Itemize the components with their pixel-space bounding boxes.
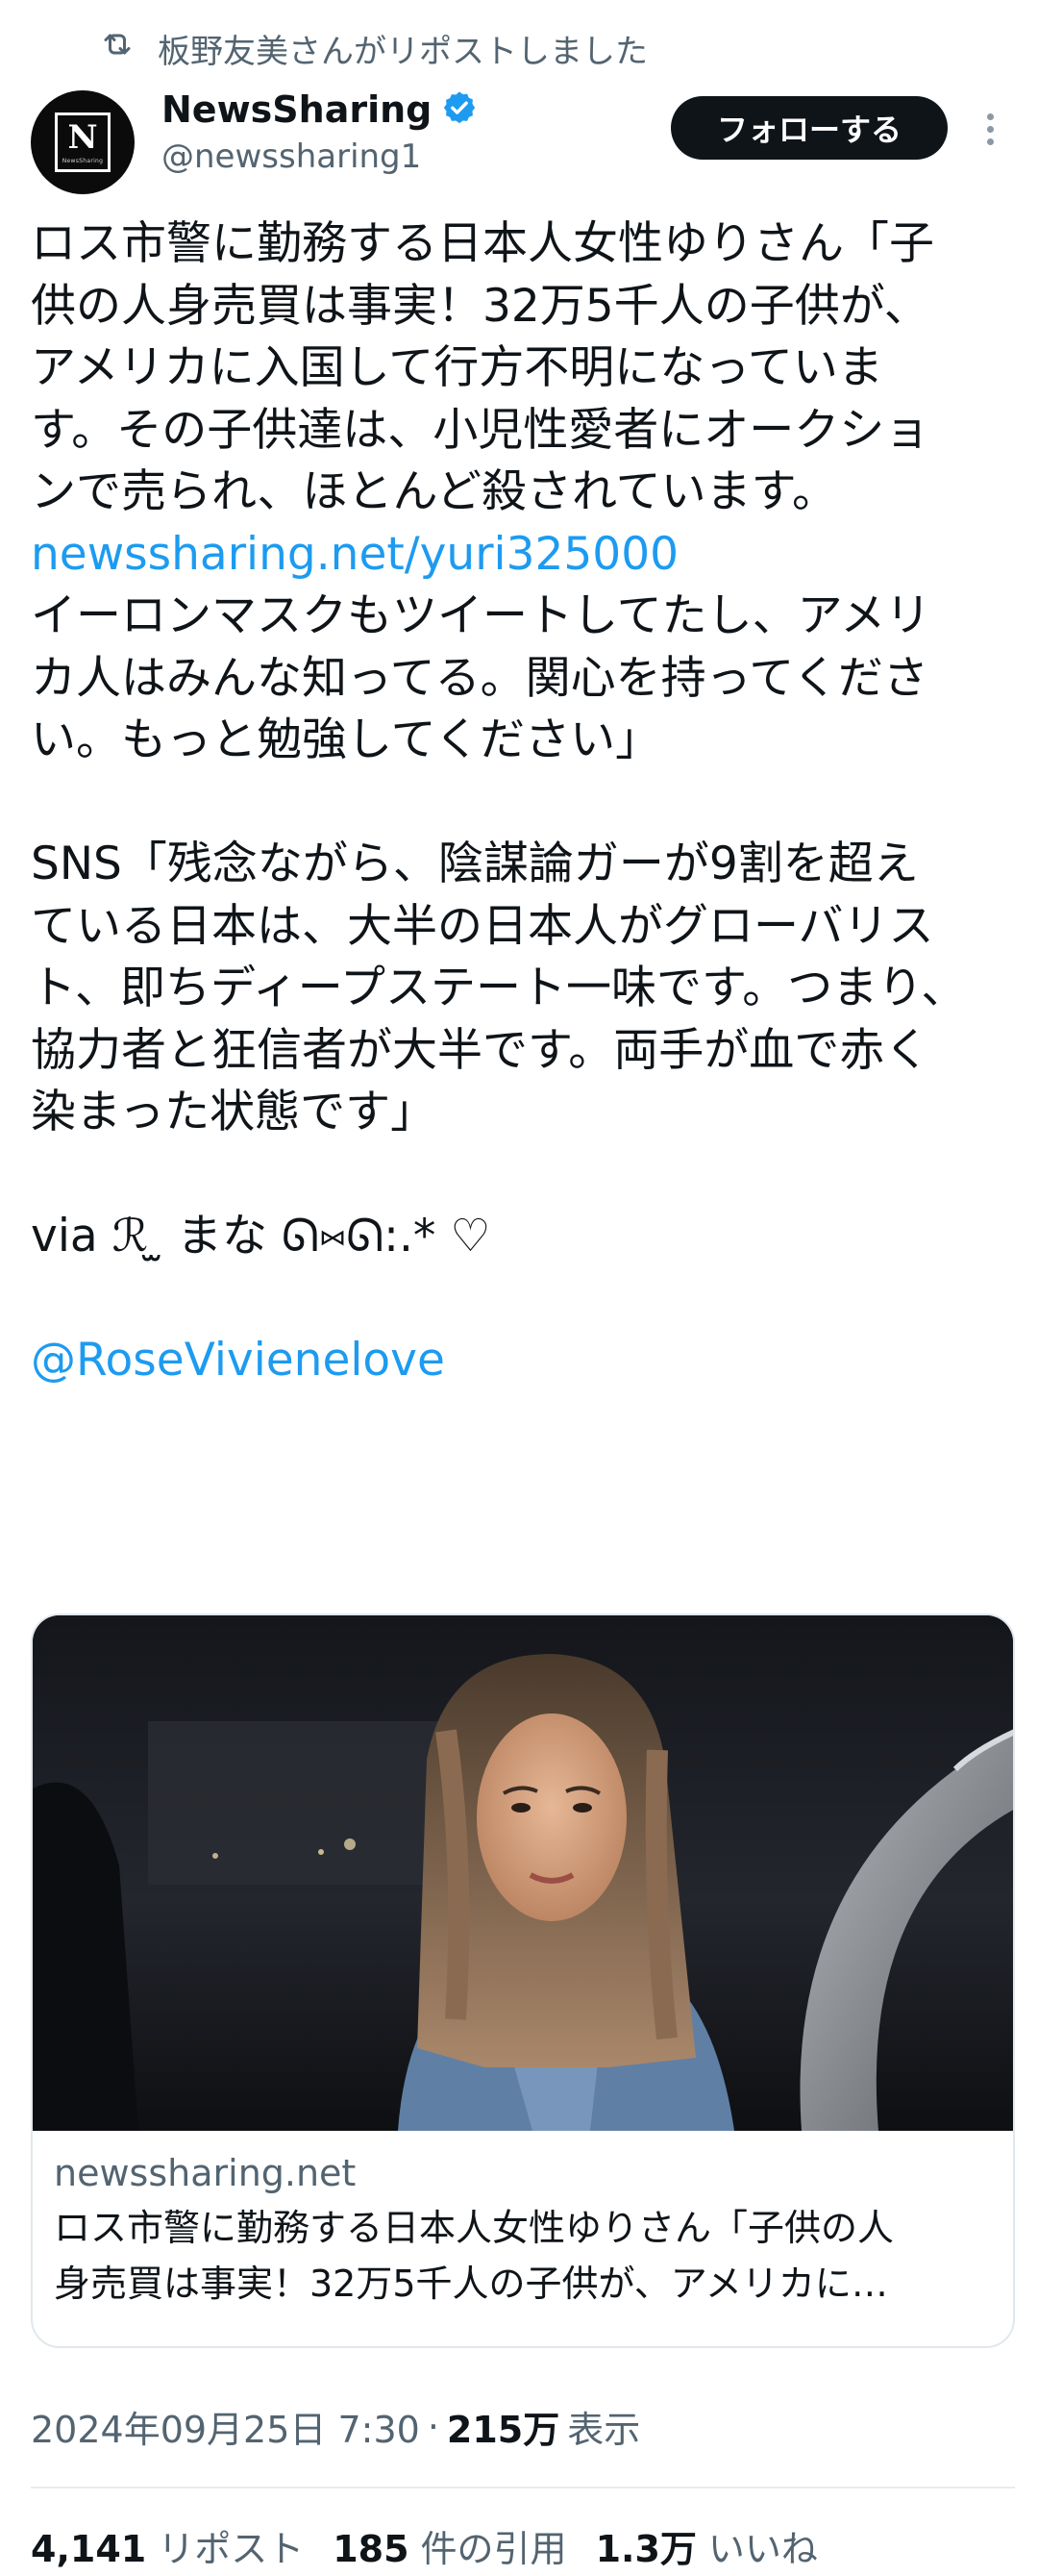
preview-image[interactable] — [33, 1615, 1013, 2131]
tweet-meta: 2024年09月25日 7:30 · 215万 表示 — [31, 2400, 640, 2453]
card-title-line: 身売買は事実！32万5千人の子供が、アメリカに… — [54, 2263, 888, 2305]
avatar[interactable]: N NewsSharing — [31, 90, 135, 194]
more-options-icon[interactable] — [971, 106, 1009, 152]
tweet-line: ロス市警に勤務する日本人女性ゆりさん「子 — [31, 217, 934, 270]
tweet-mention[interactable]: @RoseVivienelove — [31, 1330, 1007, 1392]
tweet-line: カ人はみんな知ってる。関心を持ってくださ — [31, 651, 928, 705]
reposts-label: リポスト — [158, 2528, 305, 2570]
repost-context-text: 板野友美さんがリポストしました — [158, 32, 648, 71]
avatar-letter: N — [67, 117, 98, 157]
repost-icon — [100, 27, 135, 70]
timestamp[interactable]: 2024年09月25日 7:30 — [31, 2400, 420, 2453]
quotes-count: 185 — [333, 2528, 409, 2570]
card-domain: newssharing.net — [54, 2152, 357, 2194]
verified-badge-icon — [441, 89, 478, 130]
likes-count: 1.3万 — [595, 2528, 697, 2570]
tweet-line: ている日本は、大半の日本人がグローバリス — [31, 899, 934, 953]
follow-button[interactable]: フォローする — [671, 96, 948, 160]
divider — [31, 2487, 1015, 2488]
author-handle[interactable]: @newssharing1 — [161, 138, 421, 176]
tweet-line: ンで売られ、ほとんど殺されています。 — [31, 465, 837, 518]
tweet-via: via ℛ ̫ まな ᘏ⑅ᘏ:.* ♡ — [31, 1210, 491, 1263]
avatar-logo: N NewsSharing — [55, 113, 111, 172]
avatar-caption: NewsSharing — [62, 157, 104, 164]
engagement-stats: 4,141 リポスト 185 件の引用 1.3万 いいね — [31, 2519, 818, 2572]
card-title: ロス市警に勤務する日本人女性ゆりさん「子供の人 身売買は事実！32万5千人の子供… — [54, 2200, 992, 2312]
tweet-line: アメリカに入国して行方不明になっていま — [31, 341, 883, 394]
tweet-body: ロス市警に勤務する日本人女性ゆりさん「子 供の人身売買は事実！32万5千人の子供… — [31, 213, 1007, 1392]
preview-photo — [33, 1615, 1013, 2131]
views-count: 215万 — [446, 2409, 560, 2451]
tweet-line: イーロンマスクもツイートしてたし、アメリ — [31, 589, 931, 642]
quotes-label: 件の引用 — [420, 2528, 567, 2570]
repost-context[interactable]: 板野友美さんがリポストしました — [100, 25, 648, 71]
views-label: 表示 — [567, 2409, 641, 2451]
meta-separator: · — [427, 2405, 439, 2448]
reposts-count: 4,141 — [31, 2528, 147, 2570]
likes-label: いいね — [707, 2528, 818, 2570]
tweet-line: 染まった状態です」 — [31, 1086, 436, 1138]
tweet-link[interactable]: newssharing.net/yuri325000 — [31, 524, 1007, 587]
author-name-line[interactable]: NewsSharing — [161, 88, 478, 131]
tweet-line: 協力者と狂信者が大半です。両手が血で赤く — [31, 1023, 930, 1077]
quotes-stat[interactable]: 185 件の引用 — [333, 2519, 566, 2572]
link-preview-card[interactable]: newssharing.net ロス市警に勤務する日本人女性ゆりさん「子供の人 … — [31, 1613, 1015, 2348]
likes-stat[interactable]: 1.3万 いいね — [596, 2519, 818, 2572]
tweet-line: 供の人身売買は事実！32万5千人の子供が、 — [31, 279, 929, 333]
tweet-line: ト、即ちディープステート一味です。つまり、 — [31, 962, 967, 1014]
author-display-name[interactable]: NewsSharing — [161, 88, 432, 131]
card-footer[interactable]: newssharing.net ロス市警に勤務する日本人女性ゆりさん「子供の人 … — [33, 2131, 1013, 2312]
tweet-line: SNS「残念ながら、陰謀論ガーが9割を超え — [31, 838, 919, 890]
card-title-line: ロス市警に勤務する日本人女性ゆりさん「子供の人 — [54, 2207, 895, 2249]
reposts-stat[interactable]: 4,141 リポスト — [31, 2519, 304, 2572]
tweet-line: い。もっと勉強してください」 — [31, 713, 661, 766]
tweet-line: す。その子供達は、小児性愛者にオークショ — [31, 403, 930, 457]
